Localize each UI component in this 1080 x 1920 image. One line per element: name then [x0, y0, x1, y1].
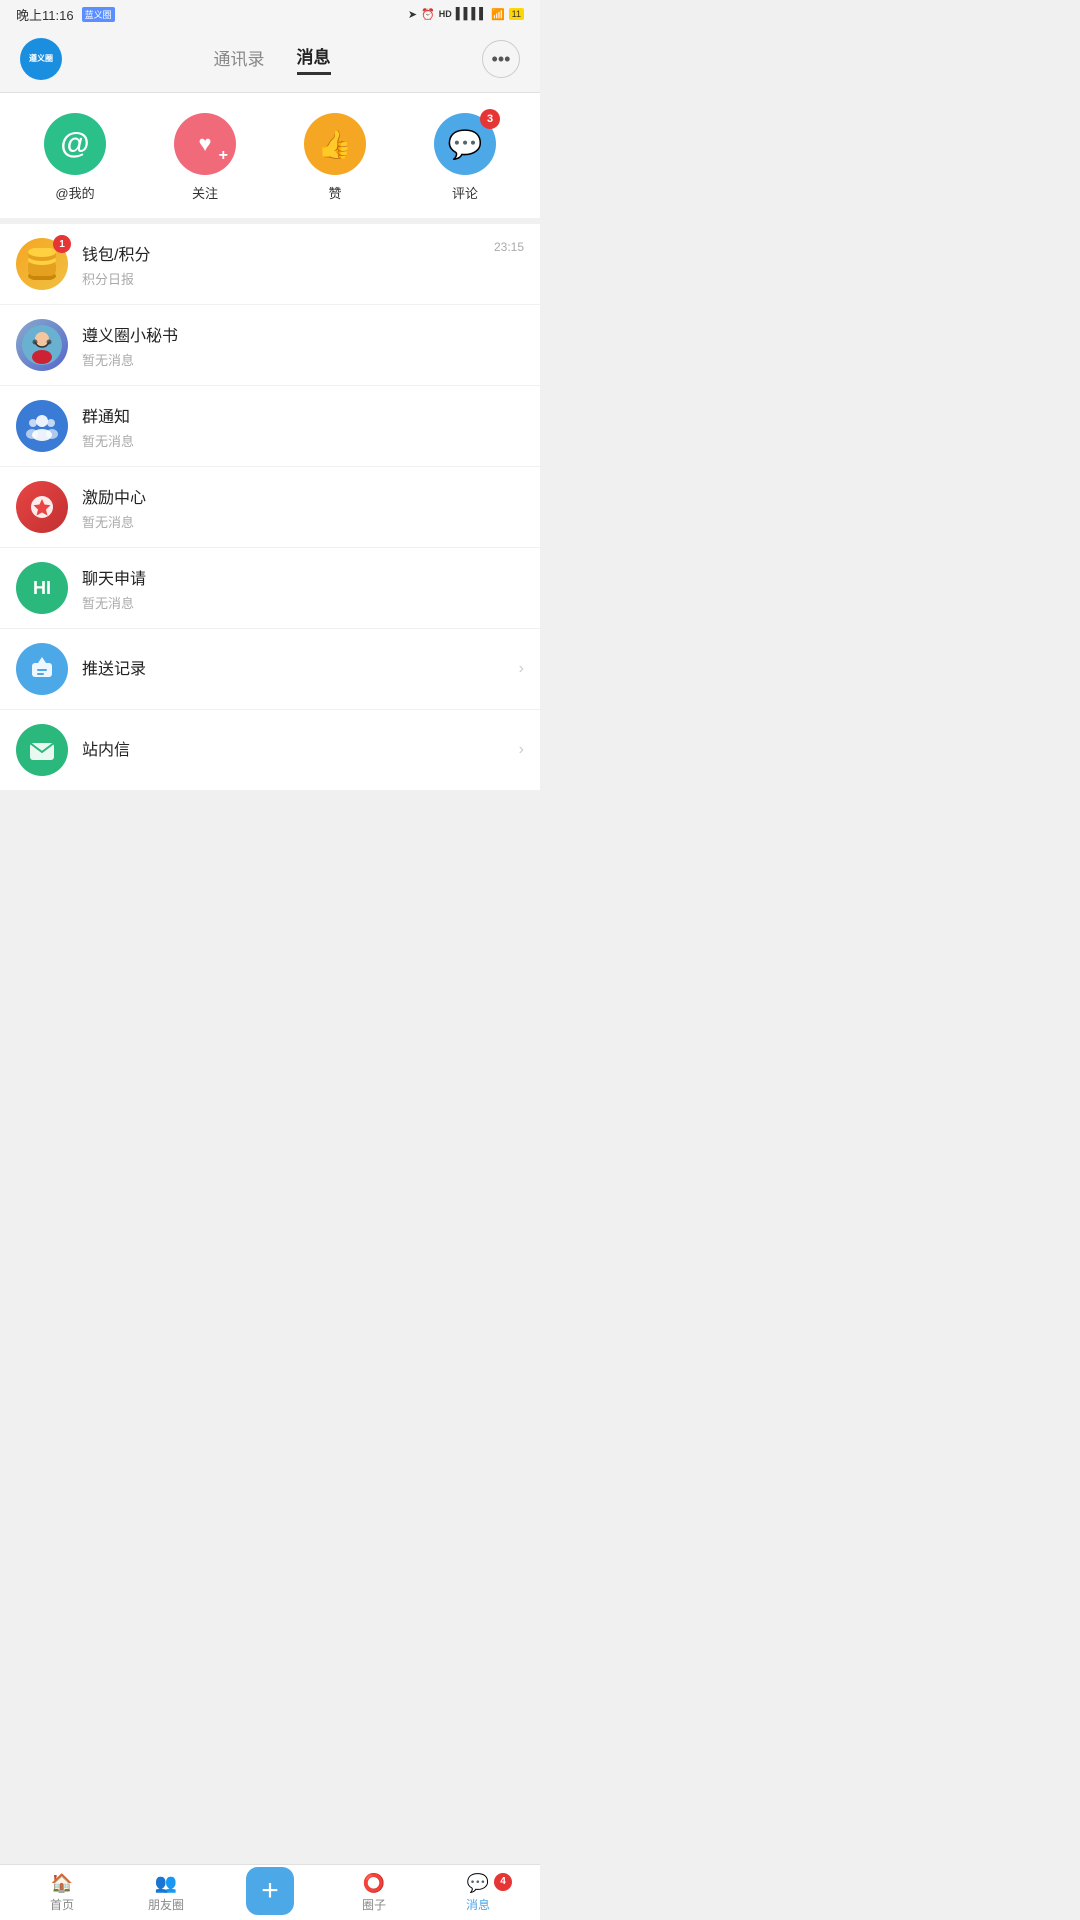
secretary-content: 遵义圈小秘书 暂无消息 [82, 322, 524, 369]
notif-comment-wrap: 💬 3 [434, 113, 496, 175]
msg-reward[interactable]: 激励中心 暂无消息 [0, 467, 540, 548]
nav-home-label: 首页 [50, 1896, 74, 1913]
status-icons: ➤ ⏰ HD ▌▌▌▌ 📶 11 [408, 8, 524, 21]
notif-comment-badge: 3 [480, 109, 500, 129]
notif-follow-icon: ♥+ [174, 113, 236, 175]
messages-tab-icon: 💬 [467, 1873, 489, 1894]
group-subtitle: 暂无消息 [82, 431, 524, 450]
push-content: 推送记录 [82, 655, 524, 683]
bottom-nav: 🏠 首页 👥 朋友圈 + ⭕ 圈子 💬 4 消息 [0, 1864, 540, 1920]
plus-icon: + [261, 1876, 279, 1906]
nav-messages-tab[interactable]: 💬 4 消息 [426, 1873, 530, 1913]
hd-icon: HD [439, 9, 452, 19]
nav-circle-label: 圈子 [362, 1896, 386, 1913]
notif-like-wrap: 👍 [304, 113, 366, 175]
msg-push[interactable]: 推送记录 › [0, 629, 540, 710]
location-icon: ➤ [408, 8, 417, 21]
mail-content: 站内信 [82, 736, 524, 764]
status-bar: 晚上11:16 蓝义圈 ➤ ⏰ HD ▌▌▌▌ 📶 11 [0, 0, 540, 28]
push-chevron: › [519, 660, 524, 678]
status-badge: 蓝义圈 [82, 7, 115, 22]
group-avatar [16, 400, 68, 452]
group-icon [25, 409, 59, 443]
reward-icon [25, 490, 59, 524]
notif-like-label: 赞 [328, 183, 341, 202]
notif-at-icon: @ [44, 113, 106, 175]
nav-moments-label: 朋友圈 [148, 1896, 184, 1913]
notif-like-icon: 👍 [304, 113, 366, 175]
msg-wallet[interactable]: 1 钱包/积分 积分日报 23:15 [0, 224, 540, 305]
nav-moments[interactable]: 👥 朋友圈 [114, 1873, 218, 1913]
push-avatar [16, 643, 68, 695]
notif-follow[interactable]: ♥+ 关注 [174, 113, 236, 202]
mail-avatar [16, 724, 68, 776]
nav-contacts[interactable]: 通讯录 [214, 45, 265, 74]
battery-icon: 11 [509, 8, 524, 20]
chat-icon-button[interactable]: ••• [482, 40, 520, 78]
secretary-title: 遵义圈小秘书 [82, 322, 524, 346]
chat-request-avatar: HI [16, 562, 68, 614]
notif-like[interactable]: 👍 赞 [304, 113, 366, 202]
mail-title: 站内信 [82, 736, 524, 760]
header: 遵义圈 通讯录 消息 ••• [0, 28, 540, 93]
push-title: 推送记录 [82, 655, 524, 679]
wallet-coins-icon [24, 248, 60, 280]
wallet-title: 钱包/积分 [82, 241, 524, 265]
notif-at-wrap: @ [44, 113, 106, 175]
notif-at[interactable]: @ @我的 [44, 113, 106, 202]
wallet-time: 23:15 [494, 240, 524, 254]
mail-icon [26, 734, 58, 766]
secretary-icon [22, 325, 62, 365]
nav-plus[interactable]: + [218, 1867, 322, 1919]
secretary-avatar [16, 319, 68, 371]
group-title: 群通知 [82, 403, 524, 427]
chat-title: 聊天申请 [82, 565, 524, 589]
plus-button[interactable]: + [246, 1867, 294, 1915]
notif-follow-wrap: ♥+ [174, 113, 236, 175]
chat-subtitle: 暂无消息 [82, 593, 524, 612]
reward-title: 激励中心 [82, 484, 524, 508]
reward-avatar [16, 481, 68, 533]
msg-chat[interactable]: HI 聊天申请 暂无消息 [0, 548, 540, 629]
chat-content: 聊天申请 暂无消息 [82, 565, 524, 612]
header-nav: 通讯录 消息 [214, 43, 331, 75]
notif-comment-label: 评论 [452, 183, 478, 202]
mail-chevron: › [519, 741, 524, 759]
msg-group[interactable]: 群通知 暂无消息 [0, 386, 540, 467]
dots-icon: ••• [492, 49, 511, 70]
nav-home[interactable]: 🏠 首页 [10, 1873, 114, 1913]
circle-icon: ⭕ [363, 1873, 385, 1894]
wallet-content: 钱包/积分 积分日报 [82, 241, 524, 288]
wifi-icon: 📶 [491, 8, 505, 21]
push-icon [26, 653, 58, 685]
wallet-badge: 1 [53, 235, 71, 253]
home-icon: 🏠 [51, 1873, 73, 1894]
wallet-subtitle: 积分日报 [82, 269, 524, 288]
signal-icon: ▌▌▌▌ [456, 8, 487, 20]
msg-mail[interactable]: 站内信 › [0, 710, 540, 791]
nav-messages-label: 消息 [466, 1896, 490, 1913]
message-list: 1 钱包/积分 积分日报 23:15 [0, 224, 540, 791]
nav-messages[interactable]: 消息 [297, 43, 331, 75]
wallet-avatar: 1 [16, 238, 68, 290]
status-time: 晚上11:16 [16, 5, 74, 24]
reward-content: 激励中心 暂无消息 [82, 484, 524, 531]
notif-at-label: @我的 [55, 183, 94, 202]
secretary-subtitle: 暂无消息 [82, 350, 524, 369]
msg-secretary[interactable]: 遵义圈小秘书 暂无消息 [0, 305, 540, 386]
reward-subtitle: 暂无消息 [82, 512, 524, 531]
moments-icon: 👥 [155, 1873, 177, 1894]
notif-comment[interactable]: 💬 3 评论 [434, 113, 496, 202]
group-content: 群通知 暂无消息 [82, 403, 524, 450]
messages-tab-badge: 4 [494, 1873, 512, 1891]
nav-circle[interactable]: ⭕ 圈子 [322, 1873, 426, 1913]
app-logo[interactable]: 遵义圈 [20, 38, 62, 80]
notif-follow-label: 关注 [192, 183, 218, 202]
notification-row: @ @我的 ♥+ 关注 👍 赞 💬 3 评论 [0, 93, 540, 224]
alarm-icon: ⏰ [421, 8, 435, 21]
